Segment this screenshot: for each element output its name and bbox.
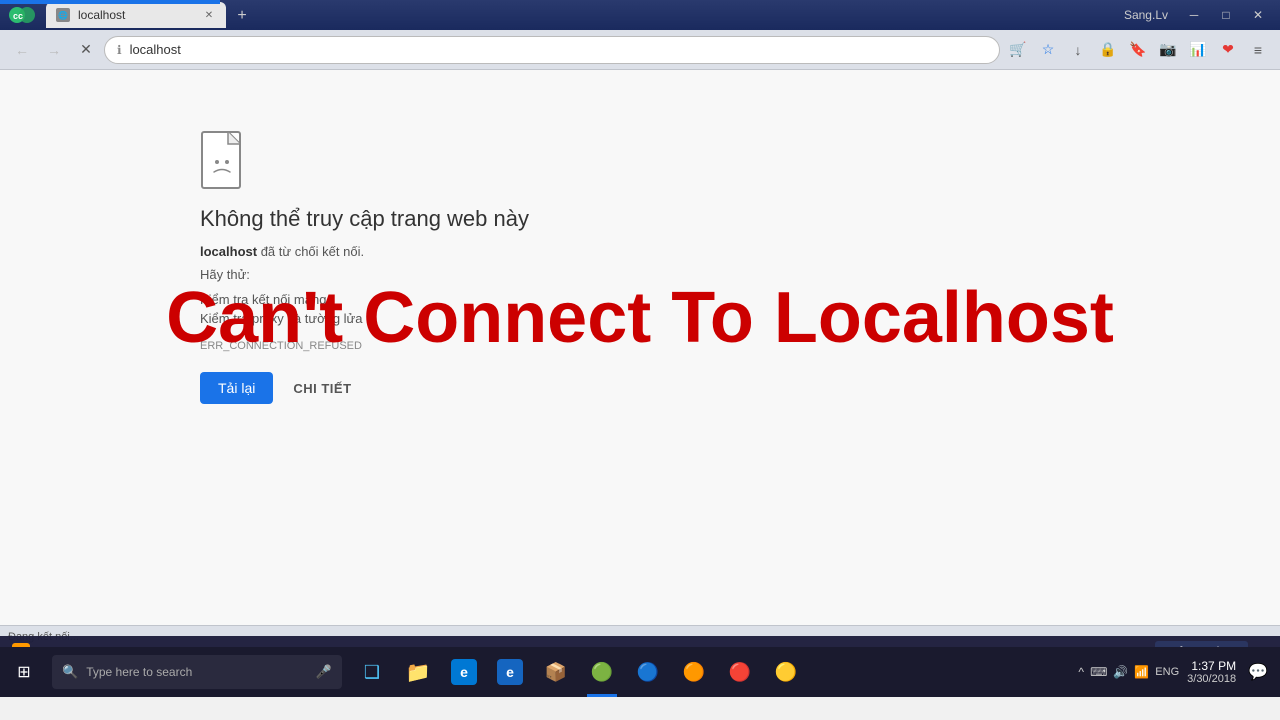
taskbar-app-task-view[interactable]: ❑ [350,647,394,697]
error-buttons: Tải lại CHI TIẾT [200,372,529,404]
sys-tray: ^ ⌨ 🔊 📶 ENG [1078,665,1179,679]
taskbar-app-9[interactable]: 🔴 [718,647,762,697]
tray-lang[interactable]: ENG [1155,666,1179,678]
back-button[interactable]: ← [8,36,36,64]
taskbar-left: ⊞ 🔍 Type here to search 🎤 ❑ 📁 e e 📦 [0,647,812,697]
extension-icon1[interactable]: 🔒 [1094,36,1122,64]
error-desc-main: localhost đã từ chối kết nối. [200,244,529,259]
user-name: Sang.Lv [1124,8,1168,22]
action-center-icon[interactable]: 💬 [1244,662,1272,682]
app9-icon: 🔴 [727,659,753,685]
tray-network-icon[interactable]: 📶 [1134,665,1149,679]
nav-tools: 🛒 ☆ ↓ 🔒 🔖 📷 📊 ❤ ≡ [1004,36,1272,64]
menu-button[interactable]: ≡ [1244,36,1272,64]
tab-favicon: 🌐 [56,8,70,22]
address-bar[interactable]: ℹ localhost [104,36,1000,64]
taskbar-app-6[interactable]: 🟢 [580,647,624,697]
taskbar-app-ie[interactable]: e [488,647,532,697]
taskbar-app-edge[interactable]: e [442,647,486,697]
reload-button[interactable]: ✕ [72,36,100,64]
error-desc-text: đã từ chối kết nối. [261,244,364,259]
task-view-icon: ❑ [359,659,385,685]
edge-icon: e [451,659,477,685]
app8-icon: 🟠 [681,659,707,685]
nav-bar: ← → ✕ ℹ localhost 🛒 ☆ ↓ 🔒 🔖 📷 📊 ❤ ≡ [0,30,1280,70]
coccoc-logo: cc [8,5,40,25]
tab-label: localhost [78,8,125,22]
download-icon[interactable]: ↓ [1064,36,1092,64]
ie-icon: e [497,659,523,685]
tray-volume-icon[interactable]: 🔊 [1113,665,1128,679]
new-tab-button[interactable]: + [230,4,254,28]
title-bar: cc 🌐 localhost ✕ + Sang.Lv ─ □ ✕ [0,0,1280,30]
clock-date: 3/30/2018 [1187,673,1236,685]
taskbar-app-5[interactable]: 📦 [534,647,578,697]
taskbar-search-icon: 🔍 [62,664,78,680]
taskbar-apps: ❑ 📁 e e 📦 🟢 🔵 🟠 🔴 [346,647,812,697]
clock-time: 1:37 PM [1187,659,1236,673]
extension-icon3[interactable]: 📷 [1154,36,1182,64]
extension-icon5[interactable]: ❤ [1214,36,1242,64]
details-button[interactable]: CHI TIẾT [293,381,351,396]
app7-icon: 🔵 [635,659,661,685]
taskbar-app-7[interactable]: 🔵 [626,647,670,697]
extension-icon2[interactable]: 🔖 [1124,36,1152,64]
taskbar-search[interactable]: 🔍 Type here to search 🎤 [52,655,342,689]
close-button[interactable]: ✕ [1244,5,1272,25]
error-panel: Không thể truy cập trang web này localho… [200,130,529,404]
svg-text:cc: cc [13,11,23,21]
app10-icon: 🟡 [773,659,799,685]
minimize-button[interactable]: ─ [1180,5,1208,25]
taskbar-search-placeholder: Type here to search [86,665,308,679]
error-list: Kiểm tra kết nối mạng Kiểm tra proxy và … [200,290,529,328]
taskbar: ⊞ 🔍 Type here to search 🎤 ❑ 📁 e e 📦 [0,647,1280,697]
extension-icon4[interactable]: 📊 [1184,36,1212,64]
forward-button[interactable]: → [40,36,68,64]
taskbar-app-file-explorer[interactable]: 📁 [396,647,440,697]
error-title: Không thể truy cập trang web này [200,206,529,232]
taskbar-app-8[interactable]: 🟠 [672,647,716,697]
bookmark-icon[interactable]: ☆ [1034,36,1062,64]
title-bar-left: cc 🌐 localhost ✕ + [8,2,254,28]
error-icon [200,130,250,190]
mic-icon: 🎤 [316,664,332,680]
file-explorer-icon: 📁 [405,659,431,685]
taskbar-app-10[interactable]: 🟡 [764,647,808,697]
address-icon: ℹ [117,43,122,57]
tray-expand-icon[interactable]: ^ [1078,665,1084,679]
progress-bar [0,0,220,4]
error-code: ERR_CONNECTION_REFUSED [200,340,529,352]
tray-keyboard-icon[interactable]: ⌨ [1090,665,1107,679]
tab-close-button[interactable]: ✕ [202,8,216,22]
error-host: localhost [200,244,257,259]
error-list-item-1: Kiểm tra kết nối mạng [200,290,529,309]
cart-icon[interactable]: 🛒 [1004,36,1032,64]
title-bar-right: Sang.Lv ─ □ ✕ [1124,5,1272,25]
app5-icon: 📦 [543,659,569,685]
maximize-button[interactable]: □ [1212,5,1240,25]
tab-bar: 🌐 localhost ✕ + [46,2,254,28]
system-clock[interactable]: 1:37 PM 3/30/2018 [1183,659,1240,685]
reload-page-button[interactable]: Tải lại [200,372,273,404]
active-tab[interactable]: 🌐 localhost ✕ [46,2,226,28]
error-try-label: Hãy thử: [200,267,529,282]
app6-icon: 🟢 [589,659,615,685]
start-button[interactable]: ⊞ [0,647,48,697]
address-text: localhost [130,42,987,57]
taskbar-right: ^ ⌨ 🔊 📶 ENG 1:37 PM 3/30/2018 💬 [1070,647,1280,697]
error-list-item-2: Kiểm tra proxy và tường lửa [200,309,529,328]
browser-content: Không thể truy cập trang web này localho… [0,70,1280,625]
